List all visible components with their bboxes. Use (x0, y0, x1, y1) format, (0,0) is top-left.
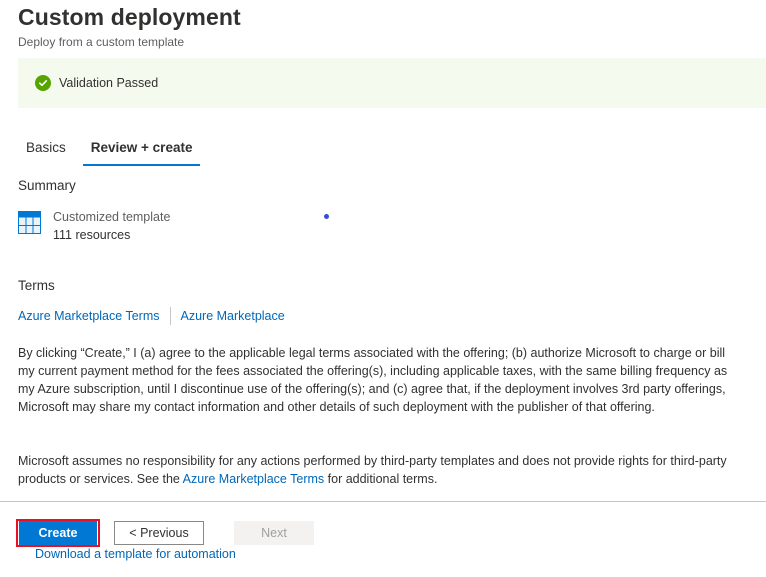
terms-links: Azure Marketplace Terms Azure Marketplac… (18, 307, 285, 325)
next-button: Next (234, 521, 314, 545)
azure-marketplace-terms-link[interactable]: Azure Marketplace Terms (18, 309, 160, 323)
template-grid-icon (18, 208, 53, 239)
status-dot (324, 214, 329, 219)
summary-item: Customized template 111 resources (18, 208, 170, 244)
validation-text: Validation Passed (59, 76, 159, 90)
check-circle-icon (35, 75, 51, 91)
download-template-link[interactable]: Download a template for automation (35, 547, 236, 561)
terms-paragraph: By clicking “Create,” I (a) agree to the… (18, 346, 728, 414)
create-button[interactable]: Create (19, 521, 97, 545)
tab-basics[interactable]: Basics (18, 136, 74, 166)
validation-banner: Validation Passed (18, 58, 766, 108)
terms-heading: Terms (18, 278, 55, 293)
disclaimer-text-end: for additional terms. (324, 472, 438, 486)
page-subtitle: Deploy from a custom template (18, 35, 185, 49)
tab-bar: Basics Review + create (18, 136, 209, 166)
disclaimer-terms-link[interactable]: Azure Marketplace Terms (183, 472, 325, 486)
previous-button[interactable]: < Previous (114, 521, 204, 545)
footer-divider (0, 501, 766, 502)
azure-marketplace-link[interactable]: Azure Marketplace (181, 309, 285, 323)
link-separator (169, 307, 171, 325)
summary-item-title: Customized template (53, 210, 171, 224)
tab-review-create[interactable]: Review + create (82, 136, 201, 166)
page-title: Custom deployment (18, 4, 241, 30)
summary-item-detail: 111 resources (53, 228, 131, 242)
disclaimer-paragraph: Microsoft assumes no responsibility for … (18, 452, 742, 488)
summary-heading: Summary (18, 178, 76, 193)
